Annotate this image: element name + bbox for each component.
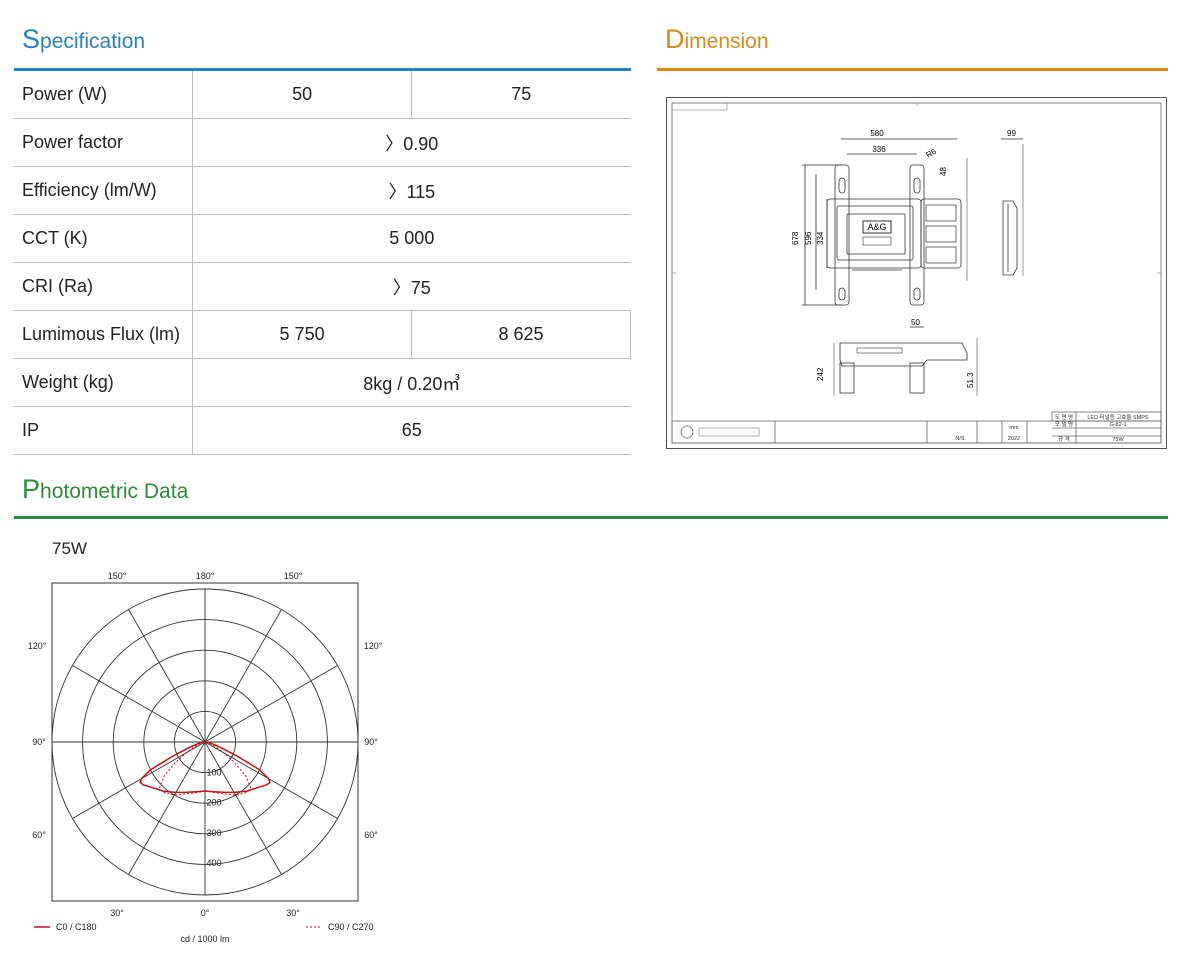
spec-value: 8 625 — [411, 310, 631, 359]
spec-row: CCT (K) 5 000 — [14, 214, 631, 263]
spec-label: Efficiency (lm/W) — [14, 166, 194, 215]
dim-side-s: 51.3 — [966, 372, 975, 388]
angle-label: 60° — [32, 830, 46, 840]
spec-value: 8kg / 0.20㎥ — [192, 358, 631, 407]
dimension-rule — [657, 68, 1168, 71]
radial-tick-label: 300 — [206, 828, 221, 838]
radial-tick-label: 400 — [206, 858, 221, 868]
spec-value: 50 — [192, 71, 413, 119]
chart-title: 75W — [52, 539, 87, 558]
spec-label: Power (W) — [14, 71, 194, 119]
tb-r2a: 모 델 명 — [1055, 420, 1073, 428]
spec-row: CRI (Ra) 〉75 — [14, 262, 631, 311]
spec-value: 〉0.90 — [192, 118, 631, 167]
spec-row: Power (W) 50 75 — [14, 71, 631, 119]
radial-tick-label: 100 — [206, 767, 221, 777]
spec-row: Efficiency (lm/W) 〉115 — [14, 166, 631, 215]
bottom-view: 242 51.3 — [816, 338, 978, 396]
spec-label: Power factor — [14, 118, 194, 167]
angle-label: 150° — [108, 571, 127, 581]
spec-row: Weight (kg) 8kg / 0.20㎥ — [14, 358, 631, 407]
photometric-title: Photometric Data — [22, 474, 188, 505]
angle-label: 60° — [364, 830, 378, 840]
spec-row: Power factor 〉0.90 — [14, 118, 631, 167]
dimension-title-cap: D — [665, 24, 685, 54]
angle-label: 30° — [110, 908, 124, 918]
legend-label: C90 / C270 — [328, 922, 374, 932]
angle-label: 0° — [201, 908, 210, 918]
title-block: 도 면 명 LED 터널등 고효율 SMPS 모 델 명 G-82-1 규 격 … — [671, 411, 1162, 444]
side-view: 99 — [1001, 129, 1024, 276]
angle-label: 150° — [284, 571, 303, 581]
dimension-title-rest: imension — [684, 30, 769, 53]
tb-ns: N/S — [955, 436, 965, 442]
spec-label: CRI (Ra) — [14, 262, 194, 311]
spec-label: CCT (K) — [14, 214, 194, 263]
specification-table: Power (W) 50 75 Power factor 〉0.90 Efficiency… — [14, 71, 631, 455]
dim-width-total: 580 — [870, 129, 884, 138]
specification-title: Specification — [22, 24, 145, 55]
radial-tick-label: 200 — [206, 798, 221, 808]
unit-label: cd / 1000 lm — [180, 934, 229, 944]
dim-height-total: 678 — [791, 231, 800, 245]
photometric-title-rest: hotometric Data — [40, 480, 189, 503]
dim-height-body: 334 — [816, 231, 825, 245]
spec-row: IP 65 — [14, 406, 631, 455]
spec-label: IP — [14, 406, 194, 455]
dimension-title: Dimension — [665, 24, 769, 55]
spec-row: Lumimous Flux (lm) 5 750 8 625 — [14, 310, 631, 359]
angle-label: 180° — [196, 571, 215, 581]
legend-label: C0 / C180 — [56, 922, 97, 932]
dim-width-inner: 336 — [872, 145, 886, 154]
dimension-drawing: A&G 580 336 R6 48 678 596 334 50 99 242 … — [666, 97, 1167, 449]
tb-unit: mm — [1009, 425, 1019, 431]
specification-title-rest: pecification — [40, 30, 146, 53]
dim-side-h: 242 — [816, 367, 825, 381]
tb-r1a: 도 면 명 — [1055, 413, 1073, 421]
tb-year: 2022 — [1008, 436, 1020, 442]
dim-slot: 50 — [911, 318, 920, 327]
angle-label: 90° — [364, 737, 378, 747]
dim-height-mid: 596 — [804, 231, 813, 245]
dim-depth: 99 — [1007, 129, 1016, 138]
spec-value: 5 000 — [192, 214, 631, 263]
spec-value: 〉115 — [192, 166, 631, 215]
brand-label: A&G — [867, 222, 886, 232]
angle-label: 30° — [286, 908, 300, 918]
spec-label: Weight (kg) — [14, 358, 194, 407]
angle-label: 120° — [364, 641, 383, 651]
photometric-rule — [14, 516, 1168, 519]
dim-radius: R6 — [925, 147, 939, 160]
dim-tab: 48 — [939, 167, 948, 176]
tb-r2b: G-82-1 — [1109, 422, 1126, 428]
tb-r1b: LED 터널등 고효율 SMPS — [1087, 413, 1149, 421]
spec-value: 5 750 — [192, 310, 413, 359]
spec-value: 75 — [411, 71, 631, 119]
angle-label: 90° — [32, 737, 46, 747]
front-view: A&G 580 336 R6 48 678 596 334 50 — [791, 129, 968, 328]
specification-title-cap: S — [22, 24, 41, 54]
angle-label: 120° — [28, 641, 47, 651]
spec-label: Lumimous Flux (lm) — [14, 310, 194, 359]
tb-r3b: 75W — [1112, 437, 1124, 443]
photometric-title-cap: P — [22, 474, 41, 504]
tb-r3a: 규 격 — [1058, 436, 1070, 443]
spec-value: 〉75 — [192, 262, 631, 311]
polar-chart: 150° 180° 150° 120° 120° 90° 90° 60° 60° 30° 0° 30°… — [28, 571, 383, 944]
spec-value: 65 — [192, 406, 631, 455]
